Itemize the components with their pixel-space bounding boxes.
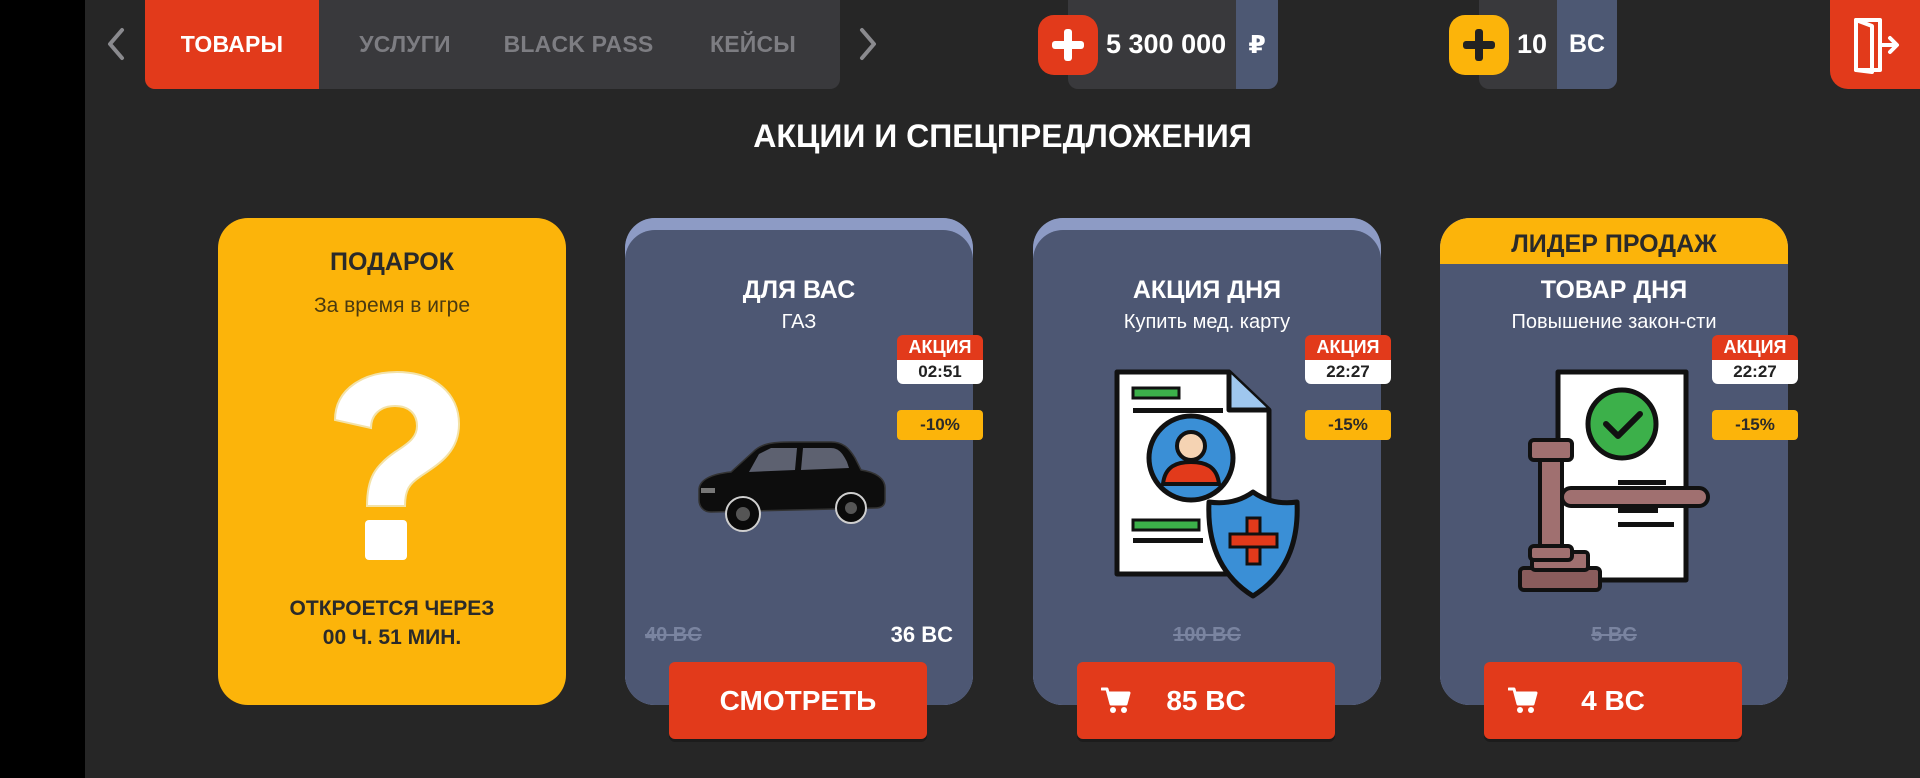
offer-title: ДЛЯ ВАС xyxy=(742,276,856,304)
view-button[interactable]: СМОТРЕТЬ xyxy=(669,662,927,739)
medical-card-icon xyxy=(1114,369,1300,599)
question-mark-icon xyxy=(333,370,461,560)
add-bc-button[interactable] xyxy=(1449,15,1509,75)
tab-services[interactable]: УСЛУГИ xyxy=(319,0,491,89)
offer-card-for-you[interactable]: ДЛЯ ВАС ГАЗ АКЦИЯ 02:51 -10% 40 BC 36 BC… xyxy=(625,218,983,739)
offer-card-product-of-day[interactable]: ЛИДЕР ПРОДАЖ ТОВАР ДНЯ Повышение закон-с… xyxy=(1440,218,1798,739)
promo-label: АКЦИЯ xyxy=(1712,335,1798,360)
buy-button[interactable]: 85 BC xyxy=(1077,662,1335,739)
promo-badge: АКЦИЯ 22:27 xyxy=(1305,335,1391,384)
discount-badge: -10% xyxy=(897,410,983,440)
view-button-label: СМОТРЕТЬ xyxy=(719,684,877,716)
promo-badge: АКЦИЯ 22:27 xyxy=(1712,335,1798,384)
tab-goods[interactable]: ТОВАРЫ xyxy=(145,0,319,89)
tabs-next-arrow-icon[interactable] xyxy=(853,26,883,62)
gift-open-timer: ОТКРОЕТСЯ ЧЕРЕЗ 00 Ч. 51 МИН. xyxy=(218,594,566,652)
shop-tabs: ТОВАРЫ УСЛУГИ BLACK PASS КЕЙСЫ xyxy=(145,0,840,89)
gift-open-label: ОТКРОЕТСЯ ЧЕРЕЗ xyxy=(289,597,495,620)
exit-button[interactable] xyxy=(1830,0,1920,89)
shop-screen: ТОВАРЫ УСЛУГИ BLACK PASS КЕЙСЫ 5 300 000… xyxy=(85,0,1920,778)
promo-label: АКЦИЯ xyxy=(1305,335,1391,360)
buy-button-price: 85 BC xyxy=(1166,684,1246,716)
add-rub-button[interactable] xyxy=(1038,15,1098,75)
buy-button[interactable]: 4 BC xyxy=(1484,662,1742,739)
offer-title: АКЦИЯ ДНЯ xyxy=(1132,276,1282,304)
old-price: 5 BC xyxy=(1591,624,1637,646)
old-price: 40 BC xyxy=(645,624,702,646)
promo-timer: 22:27 xyxy=(1305,360,1391,384)
promo-timer: 22:27 xyxy=(1712,360,1798,384)
offer-subtitle: ГАЗ xyxy=(781,311,817,333)
offer-card-deal-of-day[interactable]: АКЦИЯ ДНЯ Купить мед. карту АКЦИЯ 22:27 … xyxy=(1033,218,1391,739)
promo-badge: АКЦИЯ 02:51 xyxy=(897,335,983,384)
gift-card[interactable]: ПОДАРОК За время в игре ОТКРОЕТСЯ ЧЕРЕЗ … xyxy=(218,218,566,705)
promo-timer: 02:51 xyxy=(897,360,983,384)
tab-black-pass[interactable]: BLACK PASS xyxy=(491,0,666,89)
gift-subtitle: За время в игре xyxy=(313,294,471,317)
section-title: АКЦИИ И СПЕЦПРЕДЛОЖЕНИЯ xyxy=(753,118,1252,154)
rub-balance: 5 300 000 ₽ xyxy=(1038,0,1279,89)
buy-button-price: 4 BC xyxy=(1581,684,1645,716)
offer-title: ТОВАР ДНЯ xyxy=(1540,276,1688,304)
bc-balance: 10 BC xyxy=(1449,0,1618,89)
tab-cases[interactable]: КЕЙСЫ xyxy=(666,0,840,89)
offer-subtitle: Повышение закон-сти xyxy=(1511,311,1717,333)
plus-icon xyxy=(1052,29,1084,61)
bc-currency-unit: BC xyxy=(1557,0,1618,89)
black-car-image xyxy=(698,441,886,532)
new-price: 36 BC xyxy=(890,622,953,647)
plus-icon xyxy=(1463,29,1495,61)
bestseller-ribbon: ЛИДЕР ПРОДАЖ xyxy=(1440,218,1788,270)
cart-icon xyxy=(1101,687,1131,713)
offer-subtitle: Купить мед. карту xyxy=(1123,311,1291,333)
promo-label: АКЦИЯ xyxy=(897,335,983,360)
rub-currency-sign: ₽ xyxy=(1236,0,1279,89)
gift-title: ПОДАРОК xyxy=(330,248,454,276)
old-price: 100 BC xyxy=(1173,624,1241,646)
exit-door-icon xyxy=(1854,17,1899,74)
tabs-prev-arrow-icon[interactable] xyxy=(101,26,131,62)
discount-badge: -15% xyxy=(1305,410,1391,440)
discount-badge: -15% xyxy=(1712,410,1798,440)
gavel-document-icon xyxy=(1518,369,1710,592)
cart-icon xyxy=(1508,687,1538,713)
gift-open-time: 00 Ч. 51 МИН. xyxy=(322,626,462,649)
